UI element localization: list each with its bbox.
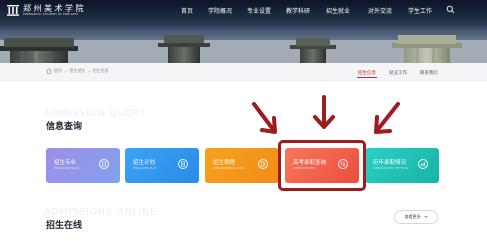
home-icon [46, 68, 52, 74]
subnav-active-indicator [357, 77, 377, 78]
card-enrollment-plan[interactable]: 招生计划 ENROLLMENT PLAN [125, 148, 199, 183]
nav-item-admissions[interactable]: 招生就业 [326, 8, 350, 16]
nav-item-exchange[interactable]: 对外交流 [368, 8, 392, 16]
card-subtitle: ENROLLMENT MAJOR [54, 167, 80, 170]
breadcrumb-separator: > [87, 68, 91, 74]
breadcrumb-separator: > [64, 68, 68, 74]
hero-banner: 郑州美术学院 ZHENGZHOU ACADEMY OF FINE ARTS 首页… [0, 0, 487, 63]
nav-item-majors[interactable]: 专业设置 [247, 8, 271, 16]
chart-icon [418, 159, 428, 169]
card-title: 招生专业 [54, 160, 77, 166]
view-more-button[interactable]: 查看更多 → [394, 210, 438, 224]
nav-item-home[interactable]: 首页 [181, 8, 193, 16]
nav-item-research[interactable]: 教学科研 [286, 8, 310, 16]
section-title-admissions-online: 招生在线 [46, 221, 83, 231]
card-subtitle: ADMISSION OVER THE YEARS [373, 167, 409, 170]
breadcrumb-admissions[interactable]: 招生就业 [69, 68, 85, 74]
arrow-down-left-icon [374, 102, 400, 134]
highlight-box [278, 140, 366, 191]
breadcrumb: 首页 > 招生就业 > 招生信息 [46, 68, 109, 74]
card-title: 招生章程 [213, 160, 236, 166]
card-subtitle: ENROLLMENT PLAN [133, 167, 157, 170]
view-more-label: 查看更多 [404, 214, 421, 219]
section-title-info-query: 信息查询 [46, 122, 83, 132]
section-watermark: ADMISSION QUERY [44, 108, 146, 119]
nav-item-student-affairs[interactable]: 学生工作 [408, 8, 432, 16]
card-admission-history[interactable]: 历年录取情况 ADMISSION OVER THE YEARS [365, 148, 439, 183]
document-icon [178, 159, 188, 169]
breadcrumb-current: 招生信息 [92, 68, 109, 73]
breadcrumb-home[interactable]: 首页 [54, 68, 62, 74]
arrow-down-right-icon [252, 102, 277, 134]
search-icon[interactable] [446, 5, 455, 14]
bookmark-icon [99, 159, 109, 169]
card-enrollment-major[interactable]: 招生专业 ENROLLMENT MAJOR [46, 148, 120, 183]
arrow-down-icon [313, 95, 335, 129]
card-title: 历年录取情况 [373, 160, 407, 166]
subnav-item-admission-info[interactable]: 招生信息 [358, 70, 376, 76]
breadcrumb-bar: 首页 > 招生就业 > 招生信息 招生信息 就业工作 联系我们 [0, 63, 487, 81]
card-admission-regulations[interactable]: 招生章程 ADMISSION REGULATIONS [205, 148, 279, 183]
document-edit-icon [258, 159, 268, 169]
main-nav: 首页 学院概况 专业设置 教学科研 招生就业 对外交流 学生工作 [0, 8, 487, 18]
card-title: 招生计划 [133, 160, 156, 166]
subnav-item-contact[interactable]: 联系我们 [420, 70, 438, 76]
arrow-right-icon: → [423, 214, 428, 220]
card-subtitle: ADMISSION REGULATIONS [213, 167, 245, 170]
nav-item-about[interactable]: 学院概况 [208, 8, 232, 16]
section-watermark: ADMISSIONS ONLINE [44, 207, 157, 218]
subnav-item-employment[interactable]: 就业工作 [389, 70, 407, 76]
